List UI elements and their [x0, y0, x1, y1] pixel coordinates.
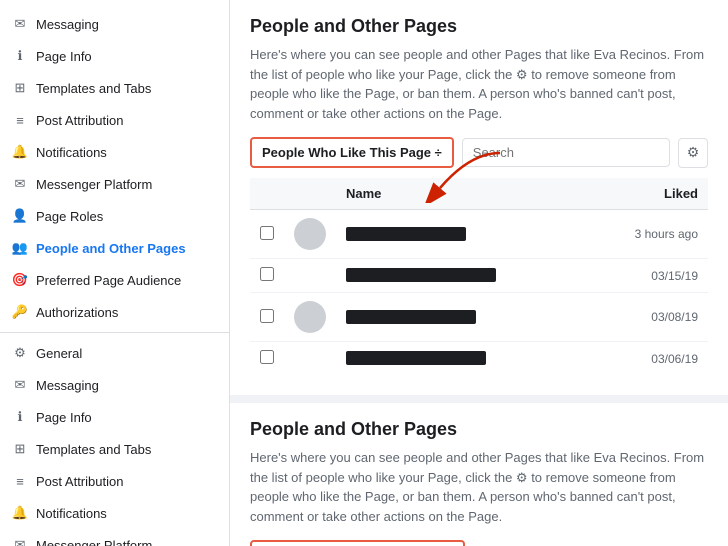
section2-table-controls: People Who Follow This Page ÷ ⚙: [250, 540, 708, 546]
table-row: 03/06/19: [250, 342, 708, 376]
sidebar-item-notifications-2[interactable]: 🔔 Notifications: [0, 497, 229, 529]
filter-follow-dropdown[interactable]: People Who Follow This Page ÷: [250, 540, 465, 546]
th-checkbox-1: [250, 178, 284, 210]
th-avatar-1: [284, 178, 336, 210]
section1-table-controls: People Who Like This Page ÷ ⚙: [250, 137, 708, 168]
search-like-input[interactable]: [462, 138, 670, 167]
table-row: 03/08/19: [250, 293, 708, 342]
messaging-icon: ✉: [12, 16, 28, 32]
list2-icon: ≡: [12, 473, 28, 489]
messaging2-icon: ✉: [12, 377, 28, 393]
sidebar-item-page-roles-1[interactable]: 👤 Page Roles: [0, 200, 229, 232]
sidebar-item-page-info-2[interactable]: ℹ Page Info: [0, 401, 229, 433]
date-cell: 03/15/19: [586, 259, 708, 293]
table-row: 03/15/19: [250, 259, 708, 293]
sidebar-item-page-info-1[interactable]: ℹ Page Info: [0, 40, 229, 72]
sidebar-item-messenger-1[interactable]: ✉ Messenger Platform: [0, 168, 229, 200]
key-icon: 🔑: [12, 304, 28, 320]
section-people-like: People and Other Pages Here's where you …: [230, 0, 728, 395]
messenger2-icon: ✉: [12, 537, 28, 546]
th-liked: Liked: [586, 178, 708, 210]
gear-icon: ⚙: [12, 345, 28, 361]
settings-like-icon: ⚙: [687, 144, 700, 161]
grid-icon: ⊞: [12, 80, 28, 96]
people-icon: 👥: [12, 240, 28, 256]
redacted-name: [346, 351, 486, 365]
date-cell: 03/06/19: [586, 342, 708, 376]
section2-description: Here's where you can see people and othe…: [250, 448, 708, 526]
table-row: 3 hours ago: [250, 210, 708, 259]
row3-checkbox[interactable]: [260, 309, 274, 323]
sidebar-item-people-pages-1[interactable]: 👥 People and Other Pages: [0, 232, 229, 264]
date-cell: 3 hours ago: [586, 210, 708, 259]
grid2-icon: ⊞: [12, 441, 28, 457]
like-table: Name Liked 3 hours ago 03/15/19: [250, 178, 708, 375]
date-cell: 03/08/19: [586, 293, 708, 342]
info-icon: ℹ: [12, 48, 28, 64]
filter-like-dropdown[interactable]: People Who Like This Page ÷: [250, 137, 454, 168]
sidebar-item-messenger-2[interactable]: ✉ Messenger Platform: [0, 529, 229, 546]
avatar: [294, 218, 326, 250]
avatar: [294, 301, 326, 333]
target-icon: 🎯: [12, 272, 28, 288]
sidebar-item-templates-2[interactable]: ⊞ Templates and Tabs: [0, 433, 229, 465]
info2-icon: ℹ: [12, 409, 28, 425]
th-name-1: Name: [336, 178, 586, 210]
section2-title: People and Other Pages: [250, 419, 708, 440]
sidebar-item-notifications-1[interactable]: 🔔 Notifications: [0, 136, 229, 168]
redacted-name: [346, 227, 466, 241]
settings-like-button[interactable]: ⚙: [678, 138, 708, 168]
row4-checkbox[interactable]: [260, 350, 274, 364]
row2-checkbox[interactable]: [260, 267, 274, 281]
bell-icon: 🔔: [12, 144, 28, 160]
sidebar-item-preferred-audience[interactable]: 🎯 Preferred Page Audience: [0, 264, 229, 296]
sidebar-item-messaging-1[interactable]: ✉ Messaging: [0, 8, 229, 40]
main-content: People and Other Pages Here's where you …: [230, 0, 728, 546]
sidebar-item-post-attribution-2[interactable]: ≡ Post Attribution: [0, 465, 229, 497]
list-icon: ≡: [12, 112, 28, 128]
messenger-icon: ✉: [12, 176, 28, 192]
user-icon: 👤: [12, 208, 28, 224]
row1-checkbox[interactable]: [260, 226, 274, 240]
redacted-name: [346, 310, 476, 324]
sidebar-item-general[interactable]: ⚙ General: [0, 337, 229, 369]
sidebar-item-post-attribution-1[interactable]: ≡ Post Attribution: [0, 104, 229, 136]
bell2-icon: 🔔: [12, 505, 28, 521]
sidebar-item-templates-1[interactable]: ⊞ Templates and Tabs: [0, 72, 229, 104]
sidebar-item-messaging-2[interactable]: ✉ Messaging: [0, 369, 229, 401]
redacted-name: [346, 268, 496, 282]
section1-title: People and Other Pages: [250, 16, 708, 37]
sidebar: ✉ Messaging ℹ Page Info ⊞ Templates and …: [0, 0, 230, 546]
section-people-follow: People and Other Pages Here's where you …: [230, 403, 728, 546]
sidebar-item-authorizations[interactable]: 🔑 Authorizations: [0, 296, 229, 328]
section1-description: Here's where you can see people and othe…: [250, 45, 708, 123]
